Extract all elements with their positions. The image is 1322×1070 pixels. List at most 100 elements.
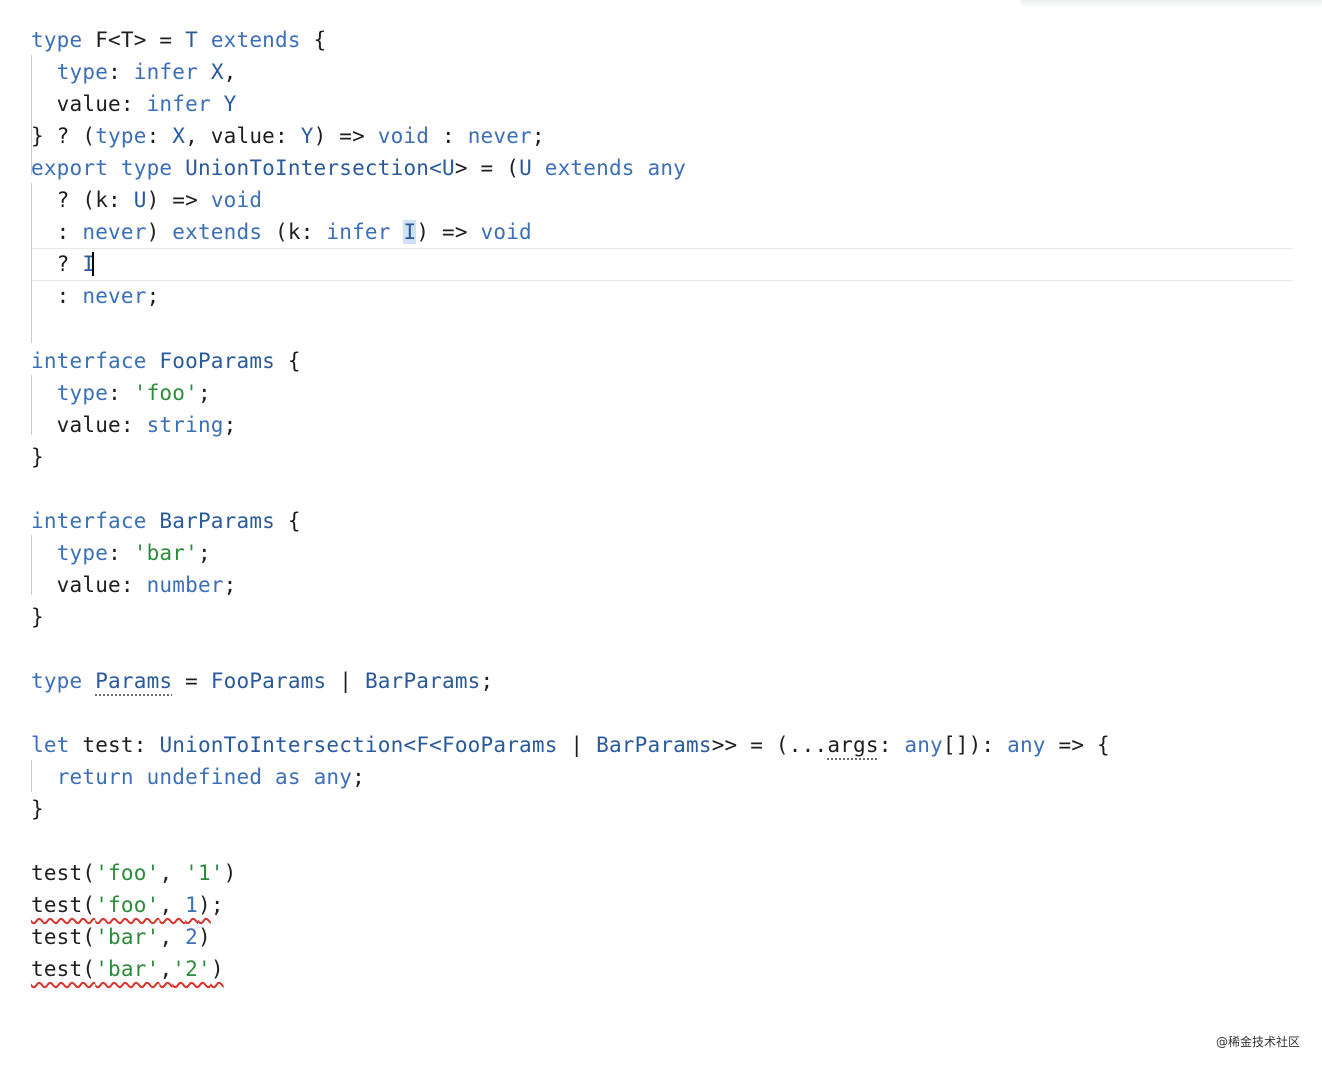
code-token: value: [31, 92, 147, 117]
code-token: } [31, 444, 44, 469]
code-token: ; [223, 412, 237, 437]
code-line[interactable]: let test: UnionToIntersection<F<FooParam… [31, 729, 1110, 761]
code-line[interactable]: test('foo', 1); [31, 889, 224, 921]
code-token: ; [197, 380, 211, 405]
code-token: 'foo' [95, 861, 160, 886]
code-line[interactable]: ? (k: U) => void [31, 184, 262, 216]
code-token: 'foo' [95, 893, 160, 918]
code-token: I [403, 220, 417, 245]
code-line[interactable]: } [31, 601, 44, 633]
code-token: test( [31, 893, 96, 918]
code-token: : [429, 124, 468, 149]
code-token: extends [210, 28, 301, 52]
code-token: ; [531, 124, 545, 149]
code-line[interactable]: export type UnionToIntersection<U> = (U … [31, 152, 686, 184]
code-token: ) => [146, 188, 211, 213]
code-token: ) [197, 893, 211, 918]
code-token: Y [300, 124, 314, 149]
code-token: '2' [172, 957, 211, 982]
code-line[interactable]: type: 'bar'; [31, 537, 211, 569]
code-line[interactable]: type: infer X, [31, 56, 237, 88]
code-token: BarParams [364, 669, 481, 693]
code-token: X [172, 124, 186, 149]
code-line[interactable]: return undefined as any; [31, 761, 365, 793]
code-token: ; [146, 284, 160, 309]
code-token: type [31, 669, 83, 693]
code-line[interactable]: interface FooParams { [31, 345, 301, 377]
code-token: ; [197, 540, 211, 565]
code-token: ) => [313, 124, 378, 149]
code-token: 'bar' [95, 957, 160, 982]
code-token: any [647, 156, 687, 181]
code-line[interactable]: } ? (type: X, value: Y) => void : never; [31, 120, 545, 152]
code-token: test( [31, 957, 96, 982]
code-token: UnionToIntersection< [172, 156, 442, 181]
code-token: interface [31, 348, 147, 373]
code-line[interactable]: value: number; [31, 569, 237, 601]
code-token: : [146, 124, 173, 149]
code-line[interactable]: type F<T> = T extends { [31, 24, 326, 56]
code-token: number [146, 572, 224, 597]
code-token: []): [942, 733, 1008, 758]
code-line[interactable]: : never) extends (k: infer I) => void [31, 216, 532, 248]
text-cursor [92, 252, 94, 276]
code-token: U [133, 188, 147, 213]
code-token: FooParams [210, 669, 327, 693]
code-token: , [159, 925, 186, 950]
code-line[interactable]: ? I [31, 248, 95, 280]
code-token: ; [480, 669, 494, 693]
code-token: ) => [416, 220, 481, 245]
code-token: ; [210, 893, 224, 918]
code-token: } [31, 797, 44, 822]
code-token: F<T> = [82, 28, 186, 52]
code-token: U [519, 156, 532, 181]
code-token: Y [223, 92, 237, 117]
code-token: T [185, 28, 198, 52]
code-token: Params [95, 669, 173, 693]
code-token: extends [544, 156, 635, 181]
code-token: X [210, 60, 224, 85]
code-token: : [31, 220, 83, 245]
code-line[interactable]: value: string; [31, 409, 237, 441]
code-line[interactable]: interface BarParams { [31, 505, 301, 537]
code-token: ) [197, 925, 211, 950]
code-line[interactable]: type: 'foo'; [31, 377, 211, 409]
code-token: undefined [146, 765, 263, 790]
code-line[interactable]: } [31, 793, 44, 825]
code-line[interactable]: test('foo', '1') [31, 857, 237, 889]
code-line[interactable]: value: infer Y [31, 88, 237, 120]
code-token: FooParams [442, 733, 558, 758]
code-token: let [31, 733, 70, 758]
code-line[interactable]: test('bar', 2) [31, 921, 211, 953]
code-token: ? [31, 252, 83, 277]
code-line[interactable]: test('bar','2') [31, 953, 224, 985]
code-line[interactable]: : never; [31, 280, 160, 312]
code-token: UnionToIntersection< [159, 733, 417, 758]
code-editor[interactable]: type F<T> = T extends { type: infer X, v… [0, 0, 1322, 1070]
code-token: '1' [185, 861, 224, 886]
code-token: ; [223, 572, 237, 597]
code-token: type [95, 124, 147, 149]
code-token: 2 [185, 925, 198, 950]
code-line[interactable]: type Params = FooParams | BarParams; [31, 665, 493, 697]
code-token: , value: [185, 124, 301, 149]
code-token: type [56, 60, 109, 85]
code-token: 'bar' [133, 540, 198, 565]
code-token: void [210, 188, 263, 213]
code-token: ) [146, 220, 173, 245]
code-token: type [56, 380, 109, 405]
code-token: infer [133, 60, 198, 85]
code-line[interactable]: } [31, 441, 44, 473]
code-token: return [56, 765, 134, 790]
code-token: { [275, 348, 301, 373]
